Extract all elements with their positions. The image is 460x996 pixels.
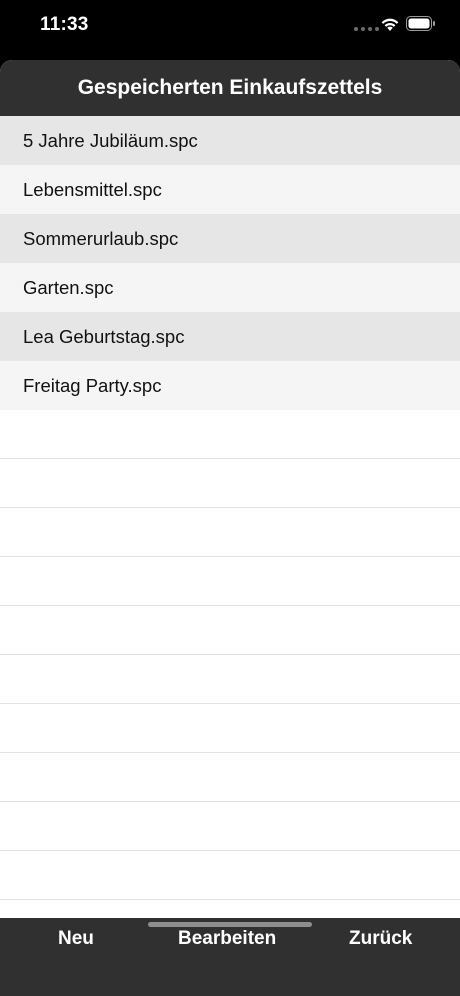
navigation-bar: Gespeicherten Einkaufszettels bbox=[0, 60, 460, 116]
file-name: Lebensmittel.spc bbox=[23, 178, 162, 200]
empty-row bbox=[0, 508, 460, 557]
saved-lists-sheet: Gespeicherten Einkaufszettels 5 Jahre Ju… bbox=[0, 60, 460, 996]
battery-icon bbox=[406, 16, 435, 31]
signal-icon bbox=[354, 27, 379, 31]
empty-row bbox=[0, 851, 460, 900]
new-button[interactable]: Neu bbox=[58, 928, 94, 950]
file-name: Sommerurlaub.spc bbox=[23, 227, 179, 249]
page-title: Gespeicherten Einkaufszettels bbox=[77, 76, 383, 99]
status-bar: 11:33 bbox=[0, 0, 460, 52]
empty-row bbox=[0, 655, 460, 704]
empty-row bbox=[0, 753, 460, 802]
empty-row bbox=[0, 557, 460, 606]
edit-button[interactable]: Bearbeiten bbox=[178, 928, 276, 950]
empty-row bbox=[0, 704, 460, 753]
list-item[interactable]: Sommerurlaub.spc bbox=[0, 214, 460, 263]
list-item[interactable]: Lebensmittel.spc bbox=[0, 165, 460, 214]
wifi-icon bbox=[381, 18, 399, 31]
home-indicator[interactable] bbox=[148, 922, 312, 927]
list-item[interactable]: 5 Jahre Jubiläum.spc bbox=[0, 116, 460, 165]
bottom-toolbar: Neu Bearbeiten Zurück bbox=[0, 918, 460, 996]
empty-row bbox=[0, 459, 460, 508]
screen: 11:33 Gespeicherten Einkaufszettels 5 Ja… bbox=[0, 0, 460, 996]
list-item[interactable]: Garten.spc bbox=[0, 263, 460, 312]
file-name: Lea Geburtstag.spc bbox=[23, 325, 185, 347]
empty-row bbox=[0, 410, 460, 459]
empty-row bbox=[0, 606, 460, 655]
list-item[interactable]: Freitag Party.spc bbox=[0, 361, 460, 410]
file-list[interactable]: 5 Jahre Jubiläum.spc Lebensmittel.spc So… bbox=[0, 116, 460, 918]
list-item[interactable]: Lea Geburtstag.spc bbox=[0, 312, 460, 361]
empty-row bbox=[0, 802, 460, 851]
back-button[interactable]: Zurück bbox=[349, 928, 412, 950]
file-name: Freitag Party.spc bbox=[23, 374, 162, 396]
status-time: 11:33 bbox=[40, 14, 89, 35]
file-name: Garten.spc bbox=[23, 276, 114, 298]
file-name: 5 Jahre Jubiläum.spc bbox=[23, 129, 198, 151]
